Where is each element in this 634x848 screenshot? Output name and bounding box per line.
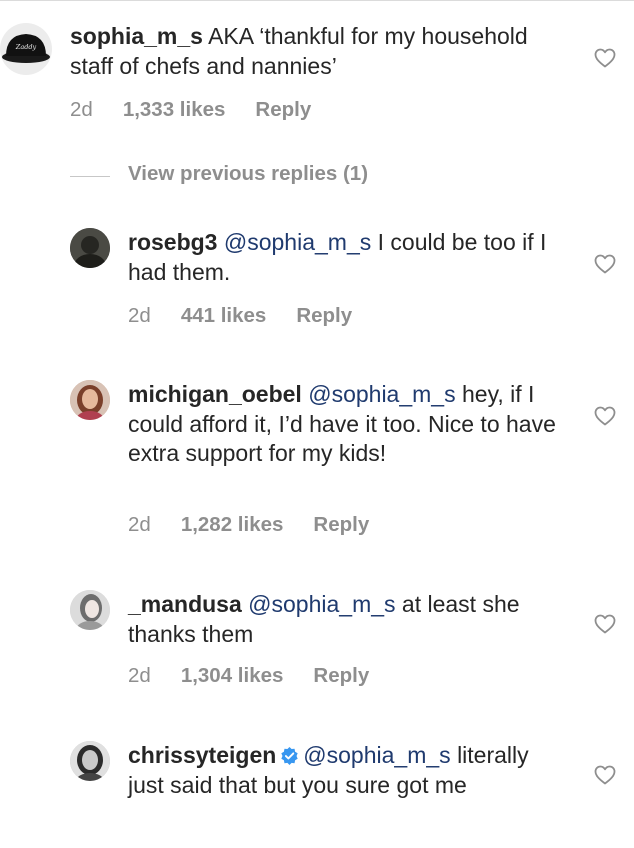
comment-text: _mandusa @sophia_m_s at least she thanks…: [128, 590, 548, 649]
comment-age: 2d: [70, 98, 93, 121]
comment-age: 2d: [128, 304, 151, 327]
heart-outline-icon[interactable]: [593, 404, 617, 428]
comment-username[interactable]: michigan_oebel: [128, 381, 302, 407]
top-divider: [0, 0, 634, 1]
avatar[interactable]: [70, 380, 110, 420]
avatar[interactable]: [70, 741, 110, 781]
comment-age: 2d: [128, 664, 151, 687]
likes-count[interactable]: 1,304 likes: [181, 664, 284, 687]
comment-text: chrissyteigen @sophia_m_s literally just…: [128, 741, 548, 800]
likes-count[interactable]: 441 likes: [181, 304, 267, 327]
reply-button[interactable]: Reply: [313, 664, 369, 687]
reply-button[interactable]: Reply: [313, 513, 369, 536]
comment-username[interactable]: _mandusa: [128, 591, 242, 617]
mention-link[interactable]: @sophia_m_s: [308, 381, 455, 407]
avatar[interactable]: [70, 228, 110, 268]
comment-meta: 2d 1,282 likes Reply: [128, 513, 369, 537]
likes-count[interactable]: 1,282 likes: [181, 513, 284, 536]
reply-button[interactable]: Reply: [255, 98, 311, 121]
mention-link[interactable]: @sophia_m_s: [303, 742, 450, 768]
reply-button[interactable]: Reply: [296, 304, 352, 327]
verified-badge-icon: [281, 746, 298, 765]
avatar[interactable]: Zaddy: [0, 23, 52, 75]
heart-outline-icon[interactable]: [593, 612, 617, 636]
comment-age: 2d: [128, 513, 151, 536]
comment-text: michigan_oebel @sophia_m_s hey, if I cou…: [128, 380, 558, 469]
comment-username[interactable]: chrissyteigen: [128, 742, 276, 768]
view-previous-replies-label[interactable]: View previous replies (1): [128, 162, 368, 186]
heart-outline-icon[interactable]: [593, 252, 617, 276]
replies-divider-line: [70, 176, 110, 177]
comment-text: rosebg3 @sophia_m_s I could be too if I …: [128, 228, 548, 287]
svg-text:Zaddy: Zaddy: [15, 43, 37, 51]
comment-text: sophia_m_s AKA ‘thankful for my househol…: [70, 22, 550, 81]
comment-username[interactable]: sophia_m_s: [70, 23, 203, 49]
mention-link[interactable]: @sophia_m_s: [248, 591, 395, 617]
heart-outline-icon[interactable]: [593, 46, 617, 70]
comment-meta: 2d 1,333 likes Reply: [70, 98, 311, 122]
heart-outline-icon[interactable]: [593, 763, 617, 787]
likes-count[interactable]: 1,333 likes: [123, 98, 226, 121]
avatar[interactable]: [70, 590, 110, 630]
comment-meta: 2d 1,304 likes Reply: [128, 664, 369, 688]
mention-link[interactable]: @sophia_m_s: [224, 229, 371, 255]
comment-username[interactable]: rosebg3: [128, 229, 217, 255]
comment-meta: 2d 441 likes Reply: [128, 304, 352, 328]
